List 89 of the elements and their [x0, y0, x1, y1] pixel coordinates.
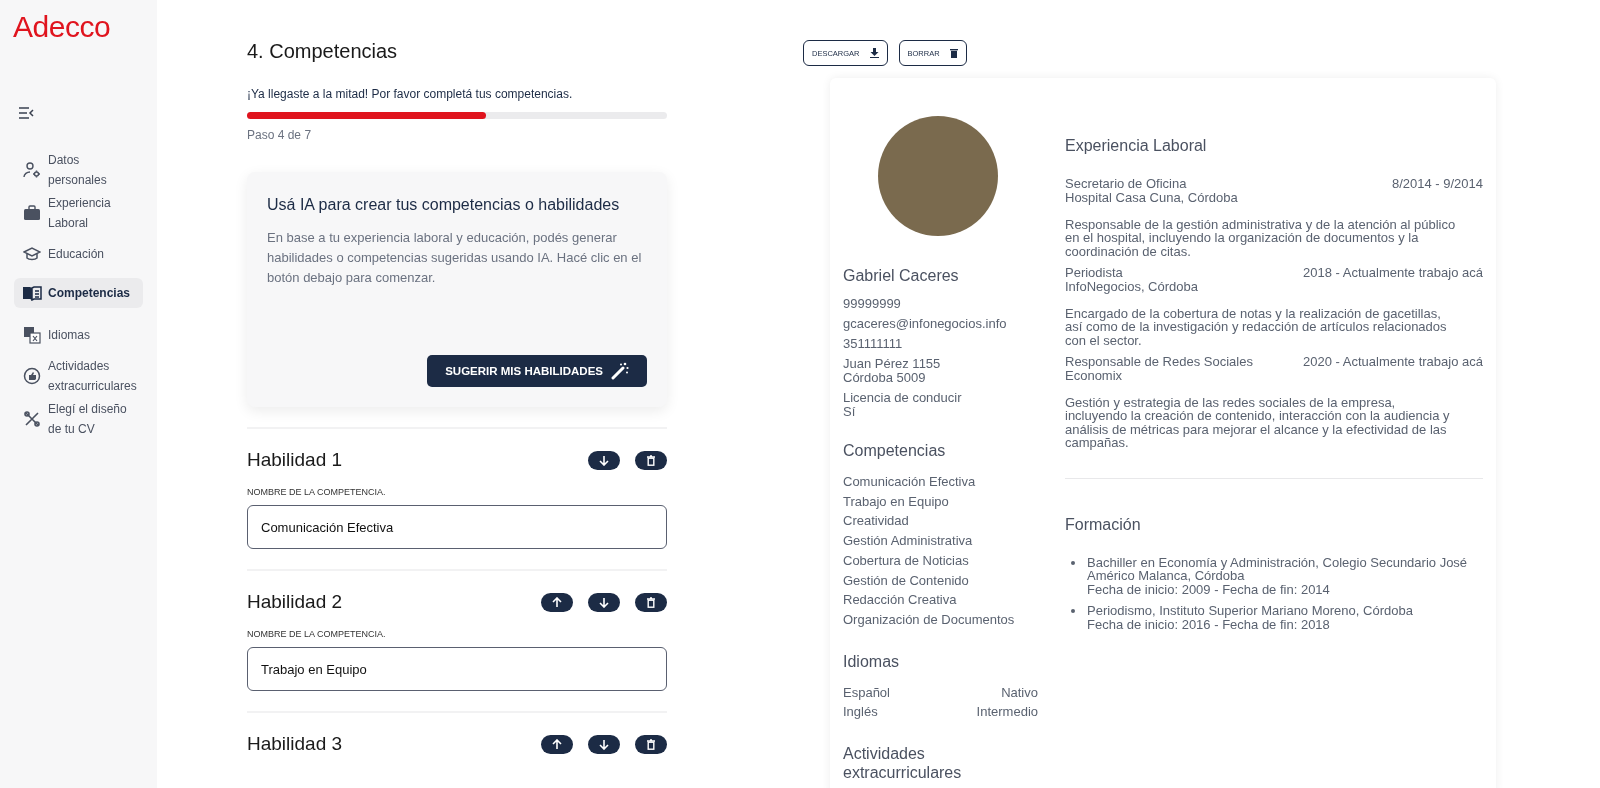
arrow-down-icon: [599, 738, 609, 750]
delete-button[interactable]: [635, 592, 667, 612]
section-title: Competencias: [843, 441, 947, 460]
job-company: Economix: [1065, 369, 1123, 383]
skill-title: Habilidad 3: [247, 733, 343, 755]
skill-title: Habilidad 2: [247, 591, 343, 613]
move-up-button[interactable]: [541, 734, 573, 754]
move-down-button[interactable]: [588, 592, 620, 612]
sidebar-item[interactable]: Experiencia Laboral: [14, 193, 143, 233]
section-title: Idiomas: [843, 651, 901, 671]
contact-detail: Juan Pérez 1155 Córdoba 5009: [843, 357, 942, 385]
sidebar-item[interactable]: Educación: [14, 236, 143, 272]
language-level: Intermedio: [976, 703, 1038, 722]
job-dates: 2020 - Actualmente trabajo acá: [1303, 355, 1483, 369]
competency-item: Gestión Administrativa: [843, 532, 974, 551]
field-label: NOMBRE DE LA COMPETENCIA.: [247, 629, 387, 639]
user-gear-icon: [23, 161, 41, 179]
arrow-up-icon: [552, 738, 562, 750]
magic-wand-icon: [611, 362, 629, 380]
skill-name-field[interactable]: Comunicación Efectiva: [247, 505, 667, 549]
section-title: Actividades extracurriculares: [843, 744, 963, 783]
section-title: Formación: [1065, 514, 1142, 534]
trash-icon: [949, 48, 958, 58]
education-title: Bachiller en Economía y Administración, Colegio Secundario José Américo Malanca, Córdoba: [1087, 555, 1469, 583]
job-role: Responsable de Redes Sociales: [1065, 355, 1253, 369]
job-role: Periodista: [1065, 266, 1123, 280]
page-title: 4. Competencias: [247, 40, 399, 63]
arrow-up-icon: [552, 596, 562, 608]
move-down-button[interactable]: [588, 734, 620, 754]
contact-detail: Licencia de conducir Sí: [843, 391, 963, 419]
bullet-dot: [1071, 609, 1075, 613]
job-description: Responsable de la gestión administrativa y de la atención al público en el hospital, incluyendo la organización de documentos y la coordinación de citas.: [1065, 217, 1457, 258]
tools-icon: [23, 410, 41, 428]
trash-icon: [646, 596, 656, 608]
competency-item: Redacción Creativa: [843, 591, 958, 610]
step-indicator: Paso 4 de 7: [247, 128, 313, 142]
candidate-name: Gabriel Caceres: [843, 266, 960, 285]
trash-icon: [646, 454, 656, 466]
job-dates: 2018 - Actualmente trabajo acá: [1303, 266, 1483, 280]
language-name: Inglés: [843, 703, 878, 722]
education-dates: Fecha de inicio: 2009 - Fecha de fin: 2014: [1087, 582, 1331, 596]
thumbs-up-icon: [23, 367, 41, 385]
trash-icon: [646, 738, 656, 750]
suggest-skills-button[interactable]: SUGERIR MIS HABILIDADES: [427, 355, 647, 387]
ai-card-text: En base a tu experiencia laboral y educación, podés generar habilidades o competencias sugeridas usando IA. Hacé clic en el botón debajo para comenzar.: [267, 229, 643, 287]
contact-detail: 99999999: [843, 297, 902, 311]
arrow-down-icon: [599, 596, 609, 608]
job-description: Gestión y estrategia de las redes sociales de la empresa, incluyendo la creación de contenido, interacción con la audiencia y análisis de métricas para mejorar el alcance y la efectividad de las campañas.: [1065, 395, 1451, 450]
brand-logo: Adecco: [13, 10, 111, 44]
sidebar-item[interactable]: Competencias: [14, 278, 143, 308]
collapse-menu-icon[interactable]: [18, 106, 34, 120]
competency-item: Cobertura de Noticias: [843, 551, 970, 570]
arrow-down-icon: [599, 454, 609, 466]
competency-item: Organización de Documentos: [843, 610, 1016, 629]
skill-title: Habilidad 1: [247, 449, 343, 471]
skill-name-field[interactable]: Trabajo en Equipo: [247, 647, 667, 691]
sidebar-item[interactable]: Idiomas: [14, 317, 143, 353]
ai-card-title: Usá IA para crear tus competencias o habilidades: [267, 196, 621, 214]
move-down-button[interactable]: [588, 450, 620, 470]
job-role: Secretario de Oficina: [1065, 177, 1187, 191]
delete-button[interactable]: [635, 734, 667, 754]
language-name: Español: [843, 683, 890, 702]
bullet-dot: [1071, 560, 1075, 565]
delete-button[interactable]: [635, 450, 667, 470]
competency-item: Gestión de Contenido: [843, 571, 970, 590]
contact-detail: gcaceres@infonegocios.info: [843, 317, 1008, 331]
competency-item: Trabajo en Equipo: [843, 492, 950, 511]
move-up-button[interactable]: [541, 592, 573, 612]
graduation-cap-icon: [23, 246, 41, 262]
competency-item: Comunicación Efectiva: [843, 473, 977, 491]
job-description: Encargado de la cobertura de notas y la realización de gacetillas, así como de la investigación y redacción de artículos relacionados con el sector.: [1065, 306, 1448, 347]
contact-detail: 351111111: [843, 337, 904, 351]
education-dates: Fecha de inicio: 2016 - Fecha de fin: 2018: [1087, 617, 1330, 631]
download-icon: [869, 48, 879, 58]
section-title: Experiencia Laboral: [1065, 136, 1208, 155]
job-company: InfoNegocios, Córdoba: [1065, 280, 1199, 294]
field-label: NOMBRE DE LA COMPETENCIA.: [247, 487, 387, 497]
competency-item: Creatividad: [843, 512, 910, 531]
job-dates: 8/2014 - 9/2014: [1391, 177, 1483, 191]
book-icon: [22, 285, 42, 301]
education-title: Periodismo, Instituto Superior Mariano Moreno, Córdoba: [1087, 604, 1413, 618]
job-company: Hospital Casa Cuna, Córdoba: [1065, 191, 1239, 205]
sidebar-item[interactable]: Elegí el diseño de tu CV: [14, 399, 143, 439]
translate-icon: [23, 326, 41, 344]
language-level: Nativo: [1001, 683, 1038, 702]
briefcase-icon: [23, 205, 41, 221]
sidebar-item[interactable]: Actividades extracurriculares: [14, 356, 143, 396]
progress-message: ¡Ya llegaste a la mitad! Por favor completá tus competencias.: [247, 87, 574, 101]
sidebar-item[interactable]: Datos personales: [14, 150, 143, 190]
